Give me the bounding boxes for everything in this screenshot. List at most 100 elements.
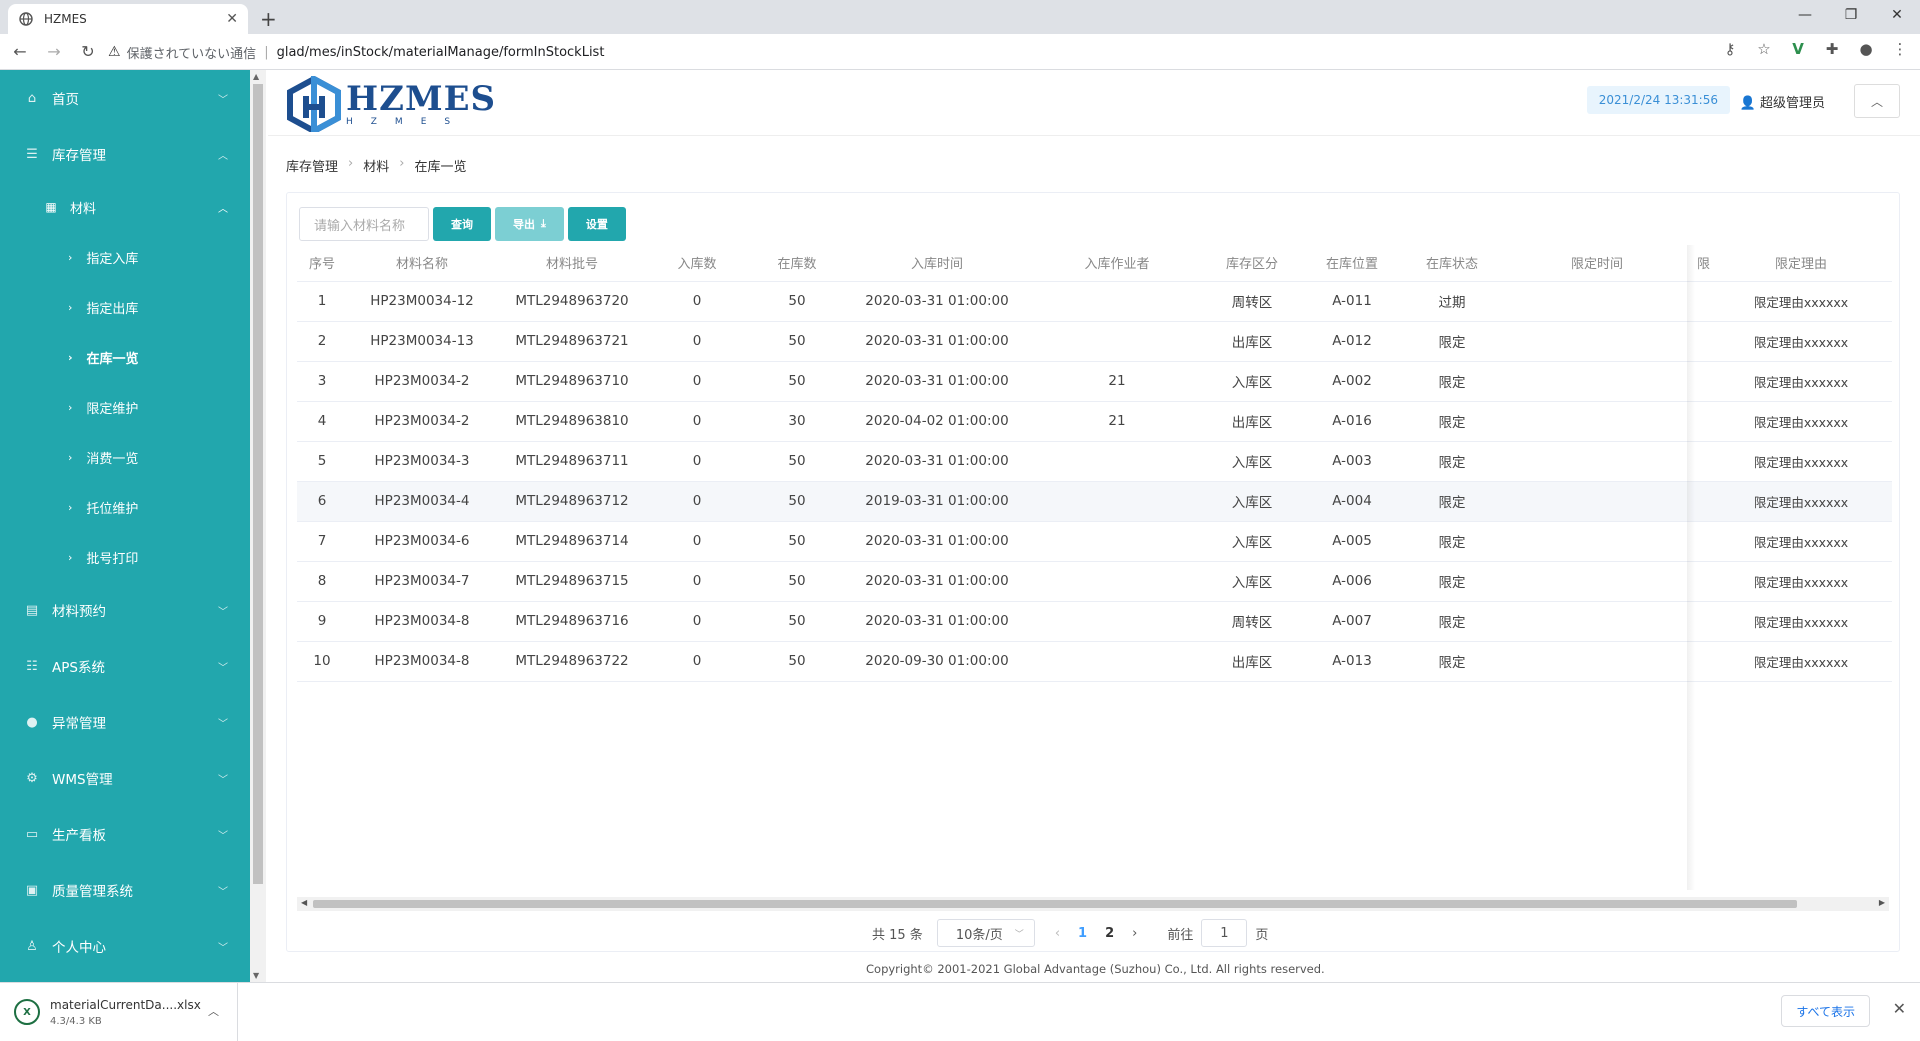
sidebar-item-wms[interactable]: ⚙ WMS管理 ﹀ [0, 750, 250, 806]
new-tab-icon[interactable]: + [260, 7, 277, 31]
scroll-right-icon[interactable]: ▶ [1879, 898, 1885, 907]
sidebar-scrollbar[interactable]: ▲ ▼ [250, 70, 266, 982]
extension-v-icon[interactable]: V [1788, 40, 1808, 58]
sidebar-leaf-stock-list[interactable]: › 在库一览 [0, 332, 250, 382]
table-row[interactable]: 8 HP23M0034-7 MTL2948963715 0 50 2020-03-31 0… [297, 561, 1893, 602]
page-size-select[interactable]: 10条/页 ﹀ [936, 919, 1035, 947]
close-download-bar-icon[interactable]: ✕ [1893, 999, 1906, 1018]
scroll-down-icon[interactable]: ▼ [253, 971, 259, 980]
sidebar-item-quality[interactable]: ▣ 质量管理系统 ﹀ [0, 862, 250, 918]
table-row[interactable]: 3 HP23M0034-2 MTL2948963710 0 50 2020-03-31 0… [297, 361, 1893, 402]
url-separator: | [264, 44, 269, 60]
table-cell: 2020-03-31 01:00:00 [847, 601, 1027, 642]
table-row[interactable]: 6 HP23M0034-4 MTL2948963712 0 50 2019-03-31 0… [297, 481, 1893, 522]
page-number[interactable]: 2 [1105, 926, 1114, 941]
sidebar-scroll-thumb[interactable] [253, 84, 263, 884]
table-row[interactable]: 10 HP23M0034-8 MTL2948963722 0 50 2020-09-30 … [297, 641, 1893, 682]
table-cell: 2020-03-31 01:00:00 [847, 521, 1027, 562]
table-cell: HP23M0034-8 [347, 601, 497, 642]
table-row[interactable]: 9 HP23M0034-8 MTL2948963716 0 50 2020-03-31 0… [297, 601, 1893, 642]
table-scroll-thumb[interactable] [313, 900, 1797, 908]
chevron-down-icon: ﹀ [218, 942, 228, 954]
scroll-left-icon[interactable]: ◀ [301, 898, 307, 907]
logo: HZMES HZMES [286, 76, 496, 132]
chevron-up-icon[interactable]: ︿ [208, 1003, 219, 1019]
download-size: 4.3/4.3 KB [50, 1015, 102, 1027]
sidebar-leaf-label: 消费一览 [86, 451, 139, 467]
column-header: 限定理由 [1710, 245, 1893, 282]
sidebar-item-material-reservation[interactable]: ▤ 材料预约 ﹀ [0, 582, 250, 638]
profile-icon[interactable]: ● [1856, 40, 1876, 58]
show-all-downloads-button[interactable]: すべて表示 [1781, 995, 1870, 1027]
table-cell [1027, 601, 1207, 642]
browser-tab[interactable]: HZMES ✕ [8, 4, 248, 34]
sidebar-item-label: 异常管理 [52, 716, 106, 732]
sidebar-leaf-specified-outbound[interactable]: › 指定出库 [0, 282, 250, 332]
goto-page-input[interactable]: 1 [1201, 919, 1248, 947]
table-cell: 限定理由xxxxxx [1710, 361, 1893, 402]
back-icon[interactable]: ← [6, 38, 34, 66]
user-menu[interactable]: 👤 超级管理员 [1740, 92, 1825, 111]
table-cell: 0 [647, 561, 747, 602]
restore-icon[interactable]: ❐ [1828, 0, 1874, 30]
table-cell: 出库区 [1207, 641, 1297, 682]
sidebar-leaf-pallet-maintenance[interactable]: › 托位维护 [0, 482, 250, 532]
table-cell: 50 [747, 441, 847, 482]
settings-button[interactable]: 设置 [567, 207, 626, 241]
header-collapse-button[interactable]: ︿ [1854, 84, 1900, 118]
sidebar-item-home[interactable]: ⌂ 首页 ﹀ [0, 70, 250, 126]
table-cell: MTL2948963715 [497, 561, 647, 602]
prev-page-icon[interactable]: ‹ [1055, 926, 1060, 941]
table-row[interactable]: 2 HP23M0034-13 MTL2948963721 0 50 2020-03-31 … [297, 321, 1893, 362]
table-row[interactable]: 1 HP23M0034-12 MTL2948963720 0 50 2020-03-31 … [297, 281, 1893, 322]
sidebar-item-personal[interactable]: ♙ 个人中心 ﹀ [0, 918, 250, 974]
export-button[interactable]: 导出 ⤓ [495, 207, 564, 241]
table-cell: A-007 [1297, 601, 1407, 642]
sidebar-leaf-consumption-list[interactable]: › 消费一览 [0, 432, 250, 482]
table-cell [1027, 521, 1207, 562]
column-header: 材料名称 [347, 245, 497, 282]
star-icon[interactable]: ☆ [1754, 40, 1774, 58]
url-field[interactable]: ⚠ 保護されていない通信 | glad/mes/inStock/material… [108, 39, 1768, 65]
sidebar-leaf-restriction-maintenance[interactable]: › 限定维护 [0, 382, 250, 432]
puzzle-icon[interactable]: ✚ [1822, 40, 1842, 58]
window-close-icon[interactable]: ✕ [1874, 0, 1920, 30]
sidebar-item-aps[interactable]: ☷ APS系统 ﹀ [0, 638, 250, 694]
reload-icon[interactable]: ↻ [74, 38, 102, 66]
sidebar-item-exception[interactable]: ● 异常管理 ﹀ [0, 694, 250, 750]
table-cell: 3 [297, 361, 347, 402]
sidebar-item-production-board[interactable]: ▭ 生产看板 ﹀ [0, 806, 250, 862]
table-row[interactable]: 5 HP23M0034-3 MTL2948963711 0 50 2020-03-31 0… [297, 441, 1893, 482]
scroll-up-icon[interactable]: ▲ [253, 72, 259, 81]
table-cell [1497, 561, 1697, 602]
table-cell: A-011 [1297, 281, 1407, 322]
chevron-right-icon: › [68, 550, 73, 564]
material-name-search-input[interactable]: 请输入材料名称 [299, 207, 429, 241]
breadcrumb-item[interactable]: 材料 [363, 156, 389, 175]
next-page-icon[interactable]: › [1132, 926, 1137, 941]
sidebar-subitem-material[interactable]: ▦ 材料 ︿ [0, 182, 250, 232]
chart-icon: ▣ [25, 882, 39, 898]
query-button[interactable]: 查询 [433, 207, 491, 241]
table-horizontal-scrollbar[interactable]: ◀ ▶ [297, 897, 1889, 911]
chevron-down-icon: ﹀ [218, 830, 228, 842]
minimize-icon[interactable]: — [1782, 0, 1828, 30]
sidebar-leaf-batch-print[interactable]: › 批号打印 [0, 532, 250, 582]
table-cell: A-006 [1297, 561, 1407, 602]
sidebar-item-inventory[interactable]: ☰ 库存管理 ︿ [0, 126, 250, 182]
chevron-up-icon: ︿ [218, 203, 228, 215]
download-item[interactable]: X materialCurrentDa....xlsx 4.3/4.3 KB ︿ [0, 983, 238, 1041]
key-icon[interactable]: ⚷ [1720, 40, 1740, 58]
url-text: glad/mes/inStock/materialManage/formInSt… [276, 44, 605, 60]
breadcrumb-item[interactable]: 库存管理 [286, 156, 338, 175]
column-header: 入库作业者 [1027, 245, 1207, 282]
forward-icon[interactable]: → [40, 38, 68, 66]
export-label: 导出 [513, 218, 535, 231]
table-row[interactable]: 7 HP23M0034-6 MTL2948963714 0 50 2020-03-31 0… [297, 521, 1893, 562]
current-datetime: 2021/2/24 13:31:56 [1586, 86, 1730, 114]
page-number[interactable]: 1 [1078, 926, 1087, 941]
sidebar-leaf-specified-inbound[interactable]: › 指定入库 [0, 232, 250, 282]
menu-dots-icon[interactable]: ⋮ [1890, 40, 1910, 58]
tab-close-icon[interactable]: ✕ [226, 11, 238, 27]
table-row[interactable]: 4 HP23M0034-2 MTL2948963810 0 30 2020-04-02 0… [297, 401, 1893, 442]
